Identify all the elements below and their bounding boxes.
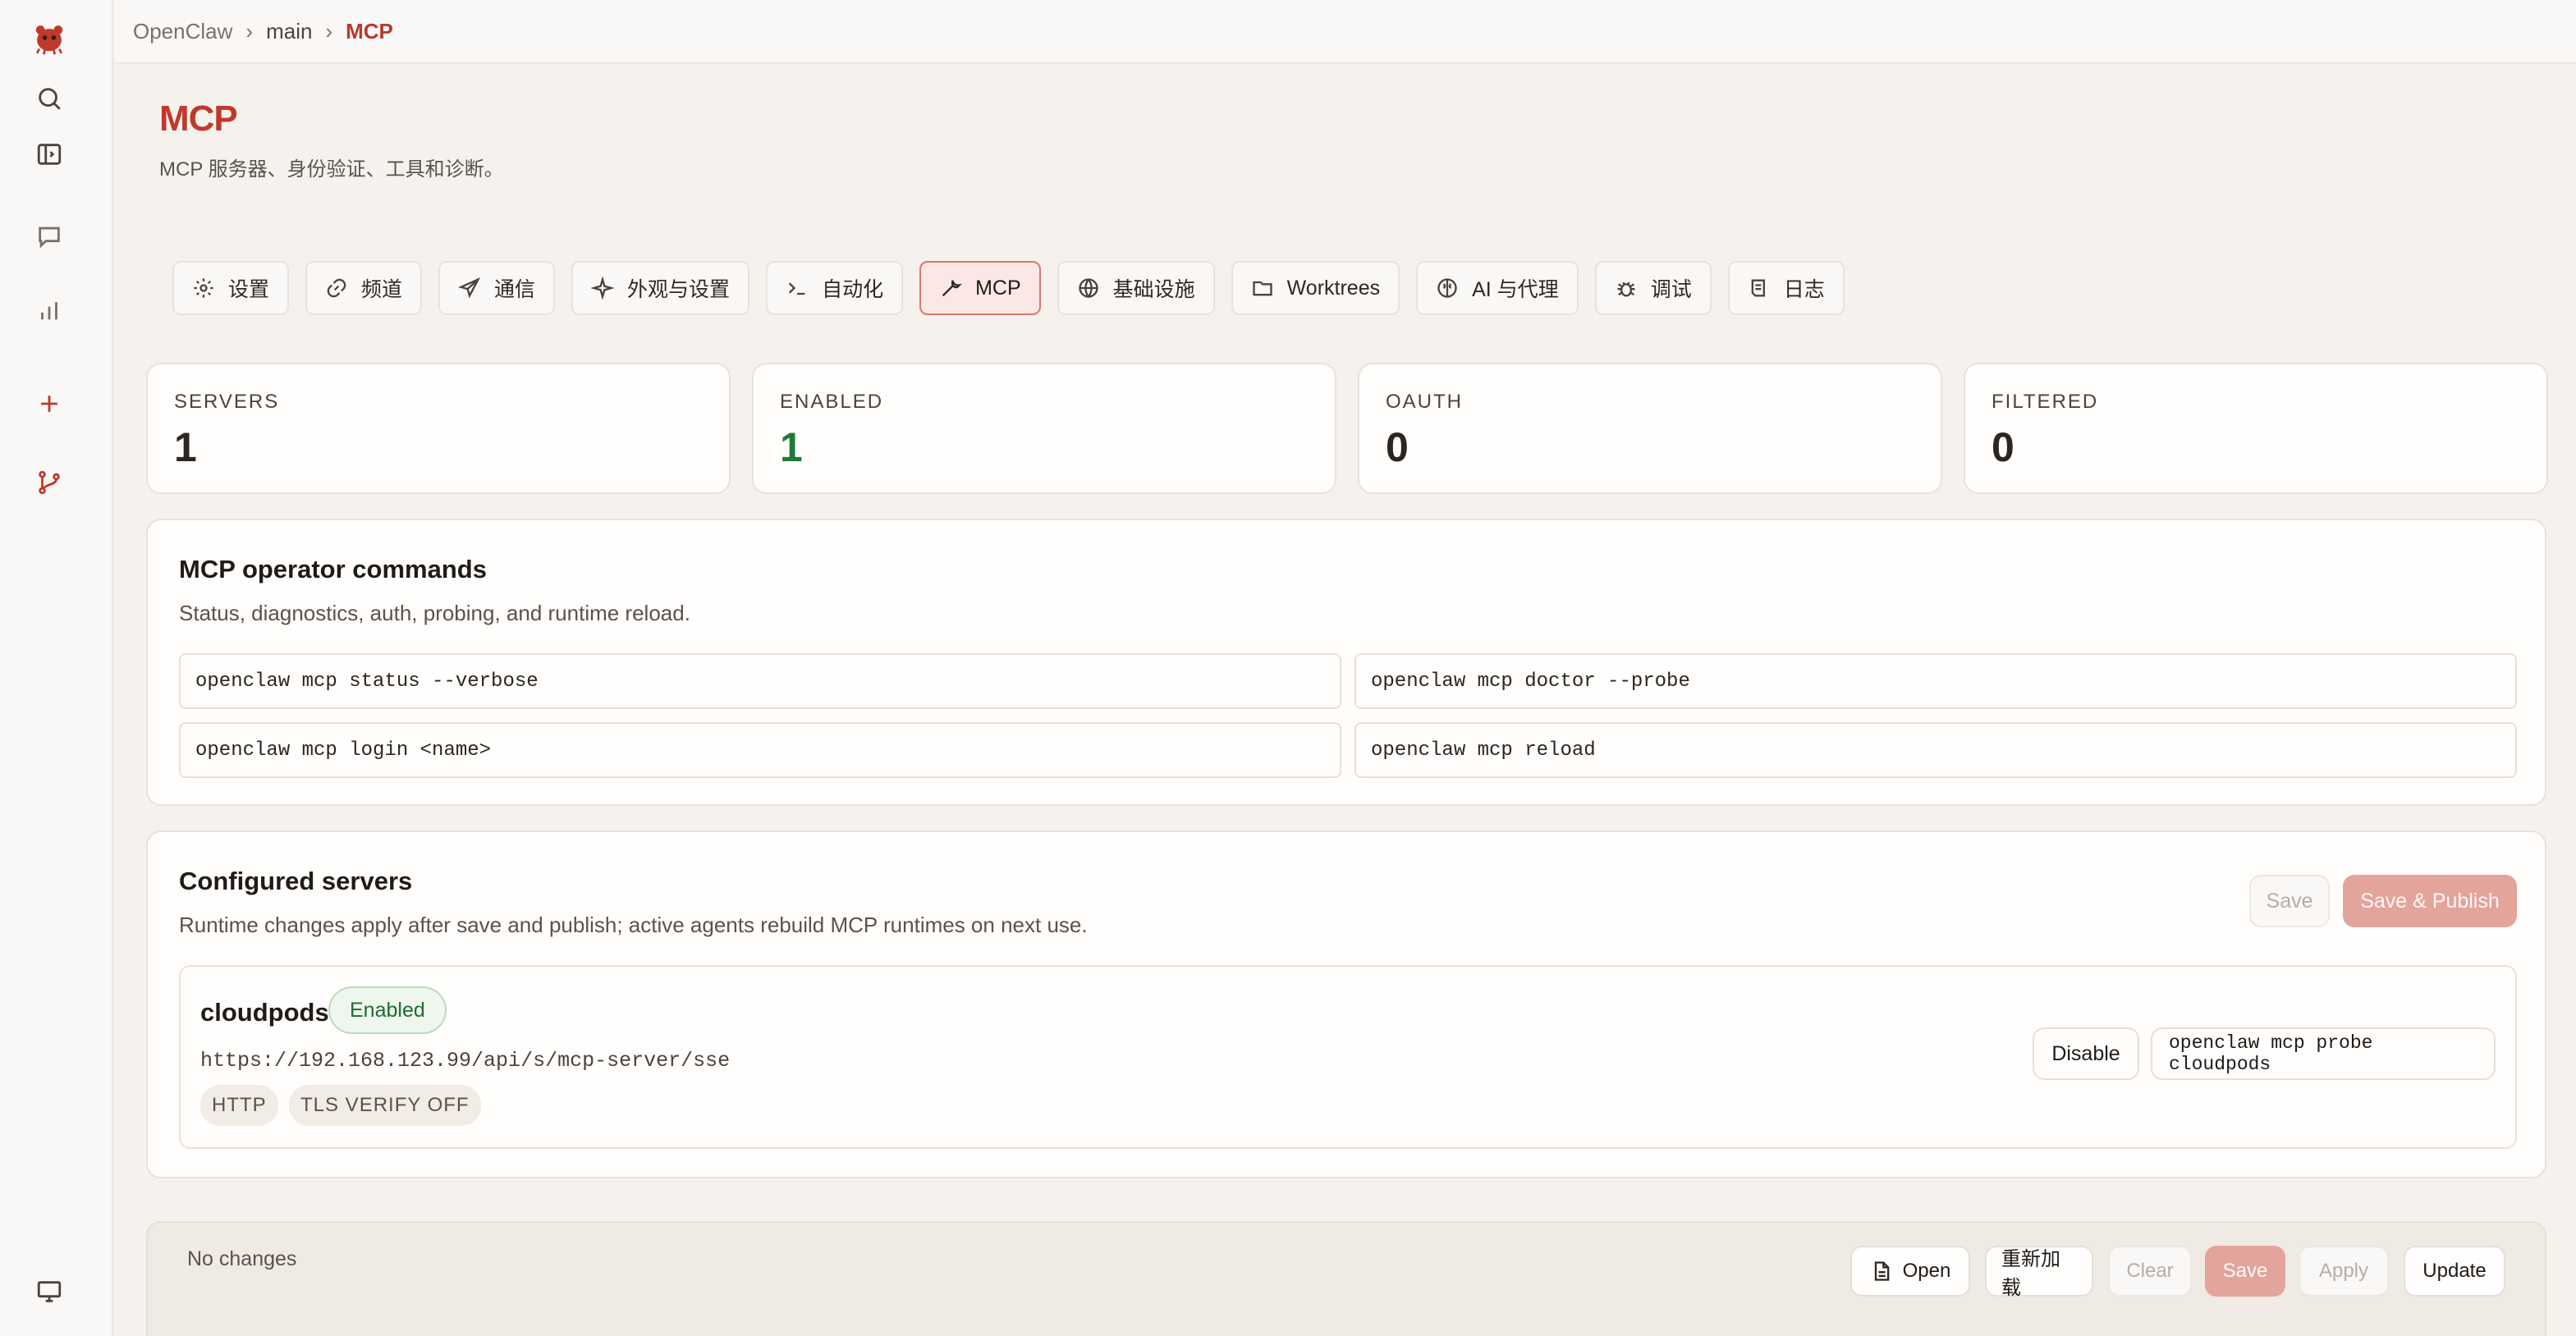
stat-value: 0 xyxy=(1992,424,2015,470)
file-icon xyxy=(1874,1261,1889,1281)
tab-worktrees[interactable]: Worktrees xyxy=(1231,261,1400,315)
tab-label: 外观与设置 xyxy=(627,278,731,301)
save-button[interactable]: Save xyxy=(2205,1246,2285,1297)
stat-label: OAUTH xyxy=(1386,391,1463,413)
changes-footer: No changes Open 重新加载 Clear Save Apply Up… xyxy=(146,1221,2546,1336)
panel-title: MCP operator commands xyxy=(179,555,487,583)
stat-card-enabled: ENABLED 1 xyxy=(752,363,1336,494)
bug-icon xyxy=(1617,281,1635,297)
tab-label: MCP xyxy=(975,276,1021,300)
tab-channels[interactable]: 频道 xyxy=(305,261,423,315)
link-icon xyxy=(327,278,346,298)
tls-tag: TLS VERIFY OFF xyxy=(289,1085,481,1126)
save-button[interactable]: Save xyxy=(2249,875,2330,927)
save-publish-button[interactable]: Save & Publish xyxy=(2343,875,2517,927)
search-icon[interactable] xyxy=(28,77,71,120)
clear-button[interactable]: Clear xyxy=(2108,1246,2192,1297)
tab-settings[interactable]: 设置 xyxy=(172,261,290,315)
transport-tag: HTTP xyxy=(200,1085,278,1126)
tab-mcp[interactable]: MCP xyxy=(919,261,1041,315)
monitor-icon[interactable] xyxy=(28,1270,71,1313)
terminal-icon xyxy=(788,282,805,295)
disable-button[interactable]: Disable xyxy=(2033,1027,2139,1080)
sparkle-icon xyxy=(591,277,615,300)
chat-icon[interactable] xyxy=(28,215,71,258)
probe-command[interactable]: openclaw mcp probe cloudpods xyxy=(2151,1027,2496,1080)
add-icon[interactable] xyxy=(28,382,71,425)
page-subtitle: MCP 服务器、身份验证、工具和诊断。 xyxy=(159,158,504,181)
stat-value: 1 xyxy=(780,424,803,470)
tab-label: Worktrees xyxy=(1286,276,1381,300)
command-reload[interactable]: openclaw mcp reload xyxy=(1354,722,2517,778)
configured-servers-panel: Configured servers Runtime changes apply… xyxy=(146,830,2546,1178)
tab-communication[interactable]: 通信 xyxy=(438,261,556,315)
openclaw-logo-icon[interactable] xyxy=(28,16,71,59)
tab-label: 基础设施 xyxy=(1112,278,1195,301)
panel-description: Status, diagnostics, auth, probing, and … xyxy=(179,601,690,625)
breadcrumb-root[interactable]: OpenClaw xyxy=(133,19,232,44)
sidebar xyxy=(0,0,113,1336)
command-doctor[interactable]: openclaw mcp doctor --probe xyxy=(1354,653,2517,709)
breadcrumb-workspace[interactable]: main xyxy=(266,19,312,44)
stat-value: 0 xyxy=(1386,424,1409,470)
command-login[interactable]: openclaw mcp login <name> xyxy=(179,722,1341,778)
operator-commands-panel: MCP operator commands Status, diagnostic… xyxy=(146,519,2546,806)
tab-label: AI 与代理 xyxy=(1472,278,1559,301)
sidebar-toggle-icon[interactable] xyxy=(28,133,71,176)
panel-title: Configured servers xyxy=(179,867,413,895)
update-button[interactable]: Update xyxy=(2404,1246,2505,1297)
command-status[interactable]: openclaw mcp status --verbose xyxy=(179,653,1341,709)
log-icon xyxy=(1751,279,1765,297)
git-branch-icon[interactable] xyxy=(28,461,71,504)
changes-status: No changes xyxy=(187,1247,297,1270)
stat-label: ENABLED xyxy=(780,391,884,413)
tab-appearance[interactable]: 外观与设置 xyxy=(571,261,750,315)
settings-tabs: 设置 频道 通信 外观与设置 自动化 MCP 基础设施 Worktrees AI… xyxy=(172,261,1845,315)
reload-button[interactable]: 重新加载 xyxy=(1985,1246,2093,1299)
breadcrumb-separator: › xyxy=(245,18,254,43)
breadcrumb: OpenClaw › main › MCP xyxy=(115,0,2576,64)
stat-card-filtered: FILTERED 0 xyxy=(1964,363,2548,494)
tab-label: 日志 xyxy=(1783,278,1825,301)
stat-label: FILTERED xyxy=(1992,391,2099,413)
tab-debug[interactable]: 调试 xyxy=(1594,261,1712,315)
tab-label: 通信 xyxy=(494,278,536,301)
wrench-icon xyxy=(942,280,963,297)
status-badge: Enabled xyxy=(328,986,447,1034)
breadcrumb-separator: › xyxy=(325,18,333,43)
open-button[interactable]: Open xyxy=(1850,1246,1970,1297)
tab-automation[interactable]: 自动化 xyxy=(766,261,904,315)
tab-label: 设置 xyxy=(228,278,270,301)
tab-ai-agents[interactable]: AI 与代理 xyxy=(1416,261,1579,315)
folder-icon xyxy=(1252,281,1272,296)
stat-value: 1 xyxy=(174,424,197,470)
stat-card-servers: SERVERS 1 xyxy=(146,363,731,494)
server-card: cloudpods Enabled https://192.168.123.99… xyxy=(179,965,2517,1149)
gear-icon xyxy=(194,278,213,298)
send-icon xyxy=(458,277,481,299)
chart-icon[interactable] xyxy=(28,289,71,332)
stat-card-oauth: OAUTH 0 xyxy=(1358,363,1942,494)
tab-label: 调试 xyxy=(1650,278,1692,301)
breadcrumb-current: MCP xyxy=(346,18,393,43)
server-url: https://192.168.123.99/api/s/mcp-server/… xyxy=(200,1049,731,1073)
page-title: MCP xyxy=(159,98,238,139)
stat-label: SERVERS xyxy=(174,391,280,413)
tab-logs[interactable]: 日志 xyxy=(1727,261,1845,315)
apply-button[interactable]: Apply xyxy=(2299,1246,2389,1297)
server-name: cloudpods xyxy=(200,998,329,1027)
tab-infrastructure[interactable]: 基础设施 xyxy=(1057,261,1215,315)
panel-description: Runtime changes apply after save and pub… xyxy=(179,913,1088,937)
tab-label: 自动化 xyxy=(822,278,884,301)
open-label: Open xyxy=(1902,1260,1951,1282)
globe-icon xyxy=(1078,278,1098,299)
tab-label: 频道 xyxy=(361,278,403,301)
brain-icon xyxy=(1437,278,1457,298)
